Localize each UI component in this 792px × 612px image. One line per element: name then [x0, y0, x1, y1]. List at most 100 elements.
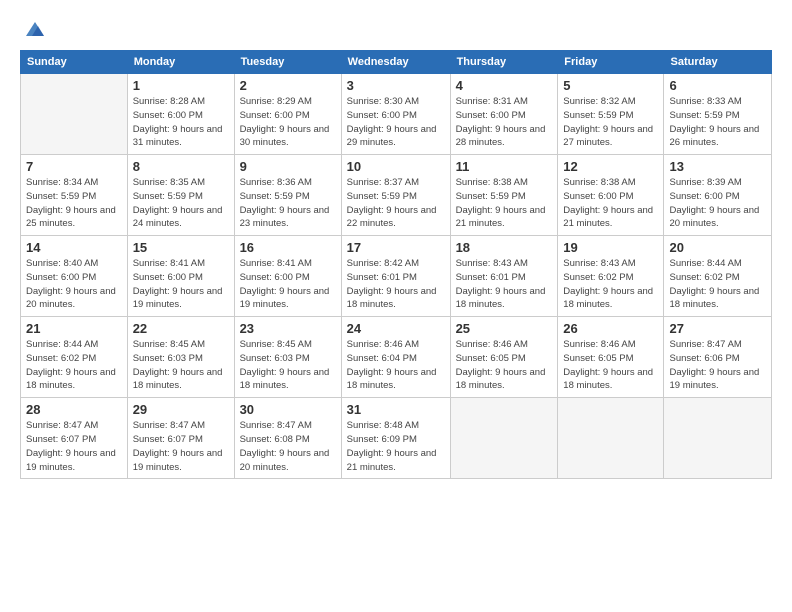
- day-number: 30: [240, 402, 336, 417]
- calendar-cell: 5 Sunrise: 8:32 AMSunset: 5:59 PMDaylight…: [558, 74, 664, 155]
- day-number: 13: [669, 159, 766, 174]
- calendar-cell: 21Sunrise: 8:44 AMSunset: 6:02 PMDayligh…: [21, 317, 128, 398]
- calendar-cell: 12 Sunrise: 8:38 AMSunset: 6:00 PMDayligh…: [558, 155, 664, 236]
- weekday-header-saturday: Saturday: [664, 51, 772, 74]
- day-info: Sunrise: 8:44 AMSunset: 6:02 PMDaylight:…: [26, 338, 122, 393]
- day-number: 25: [456, 321, 553, 336]
- day-info: Sunrise: 8:41 AMSunset: 6:00 PMDaylight:…: [240, 257, 336, 312]
- day-number: 14: [26, 240, 122, 255]
- day-info: Sunrise: 8:47 AMSunset: 6:06 PMDaylight:…: [669, 338, 766, 393]
- weekday-header-thursday: Thursday: [450, 51, 558, 74]
- day-number: 29: [133, 402, 229, 417]
- day-number: 11: [456, 159, 553, 174]
- weekday-header-wednesday: Wednesday: [341, 51, 450, 74]
- calendar-cell: 31 Sunrise: 8:48 AMSunset: 6:09 PMDayligh…: [341, 398, 450, 479]
- week-row-4: 21Sunrise: 8:44 AMSunset: 6:02 PMDayligh…: [21, 317, 772, 398]
- calendar-cell: 23Sunrise: 8:45 AMSunset: 6:03 PMDayligh…: [234, 317, 341, 398]
- calendar-cell: 25 Sunrise: 8:46 AMSunset: 6:05 PMDayligh…: [450, 317, 558, 398]
- calendar-cell: 2 Sunrise: 8:29 AMSunset: 6:00 PMDaylight…: [234, 74, 341, 155]
- logo-icon: [24, 18, 46, 40]
- calendar-table: SundayMondayTuesdayWednesdayThursdayFrid…: [20, 50, 772, 479]
- day-info: Sunrise: 8:43 AMSunset: 6:01 PMDaylight:…: [456, 257, 553, 312]
- day-number: 17: [347, 240, 445, 255]
- day-number: 31: [347, 402, 445, 417]
- day-info: Sunrise: 8:40 AMSunset: 6:00 PMDaylight:…: [26, 257, 122, 312]
- day-number: 4: [456, 78, 553, 93]
- day-number: 12: [563, 159, 658, 174]
- day-number: 8: [133, 159, 229, 174]
- day-info: Sunrise: 8:39 AMSunset: 6:00 PMDaylight:…: [669, 176, 766, 231]
- weekday-header-tuesday: Tuesday: [234, 51, 341, 74]
- calendar-cell: [664, 398, 772, 479]
- day-info: Sunrise: 8:31 AMSunset: 6:00 PMDaylight:…: [456, 95, 553, 150]
- day-number: 10: [347, 159, 445, 174]
- calendar-cell: 29 Sunrise: 8:47 AMSunset: 6:07 PMDayligh…: [127, 398, 234, 479]
- weekday-header-friday: Friday: [558, 51, 664, 74]
- day-number: 18: [456, 240, 553, 255]
- day-info: Sunrise: 8:37 AMSunset: 5:59 PMDaylight:…: [347, 176, 445, 231]
- day-info: Sunrise: 8:41 AMSunset: 6:00 PMDaylight:…: [133, 257, 229, 312]
- calendar-cell: 26 Sunrise: 8:46 AMSunset: 6:05 PMDayligh…: [558, 317, 664, 398]
- weekday-header-sunday: Sunday: [21, 51, 128, 74]
- day-number: 7: [26, 159, 122, 174]
- day-info: Sunrise: 8:29 AMSunset: 6:00 PMDaylight:…: [240, 95, 336, 150]
- header: [20, 18, 772, 40]
- calendar-cell: 15 Sunrise: 8:41 AMSunset: 6:00 PMDayligh…: [127, 236, 234, 317]
- calendar-cell: 19 Sunrise: 8:43 AMSunset: 6:02 PMDayligh…: [558, 236, 664, 317]
- calendar-cell: 24 Sunrise: 8:46 AMSunset: 6:04 PMDayligh…: [341, 317, 450, 398]
- day-number: 27: [669, 321, 766, 336]
- calendar-cell: 28 Sunrise: 8:47 AMSunset: 6:07 PMDayligh…: [21, 398, 128, 479]
- day-number: 19: [563, 240, 658, 255]
- day-info: Sunrise: 8:45 AMSunset: 6:03 PMDaylight:…: [240, 338, 336, 393]
- day-number: 1: [133, 78, 229, 93]
- calendar-cell: 30 Sunrise: 8:47 AMSunset: 6:08 PMDayligh…: [234, 398, 341, 479]
- day-info: Sunrise: 8:38 AMSunset: 6:00 PMDaylight:…: [563, 176, 658, 231]
- day-number: 26: [563, 321, 658, 336]
- day-number: 16: [240, 240, 336, 255]
- calendar-cell: 22Sunrise: 8:45 AMSunset: 6:03 PMDayligh…: [127, 317, 234, 398]
- calendar-cell: 10 Sunrise: 8:37 AMSunset: 5:59 PMDayligh…: [341, 155, 450, 236]
- day-number: 15: [133, 240, 229, 255]
- calendar-cell: 16 Sunrise: 8:41 AMSunset: 6:00 PMDayligh…: [234, 236, 341, 317]
- day-info: Sunrise: 8:47 AMSunset: 6:07 PMDaylight:…: [133, 419, 229, 474]
- day-info: Sunrise: 8:47 AMSunset: 6:07 PMDaylight:…: [26, 419, 122, 474]
- week-row-1: 1Sunrise: 8:28 AMSunset: 6:00 PMDaylight…: [21, 74, 772, 155]
- logo: [20, 18, 46, 40]
- day-info: Sunrise: 8:46 AMSunset: 6:04 PMDaylight:…: [347, 338, 445, 393]
- calendar-cell: 9 Sunrise: 8:36 AMSunset: 5:59 PMDaylight…: [234, 155, 341, 236]
- day-number: 2: [240, 78, 336, 93]
- day-info: Sunrise: 8:33 AMSunset: 5:59 PMDaylight:…: [669, 95, 766, 150]
- day-info: Sunrise: 8:46 AMSunset: 6:05 PMDaylight:…: [456, 338, 553, 393]
- day-number: 28: [26, 402, 122, 417]
- page: SundayMondayTuesdayWednesdayThursdayFrid…: [0, 0, 792, 612]
- day-info: Sunrise: 8:30 AMSunset: 6:00 PMDaylight:…: [347, 95, 445, 150]
- day-info: Sunrise: 8:46 AMSunset: 6:05 PMDaylight:…: [563, 338, 658, 393]
- day-info: Sunrise: 8:48 AMSunset: 6:09 PMDaylight:…: [347, 419, 445, 474]
- weekday-header-monday: Monday: [127, 51, 234, 74]
- day-info: Sunrise: 8:32 AMSunset: 5:59 PMDaylight:…: [563, 95, 658, 150]
- calendar-cell: 20 Sunrise: 8:44 AMSunset: 6:02 PMDayligh…: [664, 236, 772, 317]
- calendar-cell: 8 Sunrise: 8:35 AMSunset: 5:59 PMDaylight…: [127, 155, 234, 236]
- calendar-cell: 17Sunrise: 8:42 AMSunset: 6:01 PMDayligh…: [341, 236, 450, 317]
- calendar-cell: 13 Sunrise: 8:39 AMSunset: 6:00 PMDayligh…: [664, 155, 772, 236]
- calendar-cell: 14 Sunrise: 8:40 AMSunset: 6:00 PMDayligh…: [21, 236, 128, 317]
- day-number: 20: [669, 240, 766, 255]
- calendar-cell: 11 Sunrise: 8:38 AMSunset: 5:59 PMDayligh…: [450, 155, 558, 236]
- week-row-2: 7 Sunrise: 8:34 AMSunset: 5:59 PMDaylight…: [21, 155, 772, 236]
- day-info: Sunrise: 8:47 AMSunset: 6:08 PMDaylight:…: [240, 419, 336, 474]
- day-number: 5: [563, 78, 658, 93]
- day-info: Sunrise: 8:45 AMSunset: 6:03 PMDaylight:…: [133, 338, 229, 393]
- calendar-cell: 7 Sunrise: 8:34 AMSunset: 5:59 PMDaylight…: [21, 155, 128, 236]
- calendar-cell: 1Sunrise: 8:28 AMSunset: 6:00 PMDaylight…: [127, 74, 234, 155]
- day-info: Sunrise: 8:43 AMSunset: 6:02 PMDaylight:…: [563, 257, 658, 312]
- day-info: Sunrise: 8:36 AMSunset: 5:59 PMDaylight:…: [240, 176, 336, 231]
- day-info: Sunrise: 8:38 AMSunset: 5:59 PMDaylight:…: [456, 176, 553, 231]
- day-number: 6: [669, 78, 766, 93]
- day-info: Sunrise: 8:35 AMSunset: 5:59 PMDaylight:…: [133, 176, 229, 231]
- calendar-cell: [21, 74, 128, 155]
- day-info: Sunrise: 8:34 AMSunset: 5:59 PMDaylight:…: [26, 176, 122, 231]
- day-info: Sunrise: 8:44 AMSunset: 6:02 PMDaylight:…: [669, 257, 766, 312]
- day-number: 24: [347, 321, 445, 336]
- day-number: 9: [240, 159, 336, 174]
- calendar-cell: 4 Sunrise: 8:31 AMSunset: 6:00 PMDaylight…: [450, 74, 558, 155]
